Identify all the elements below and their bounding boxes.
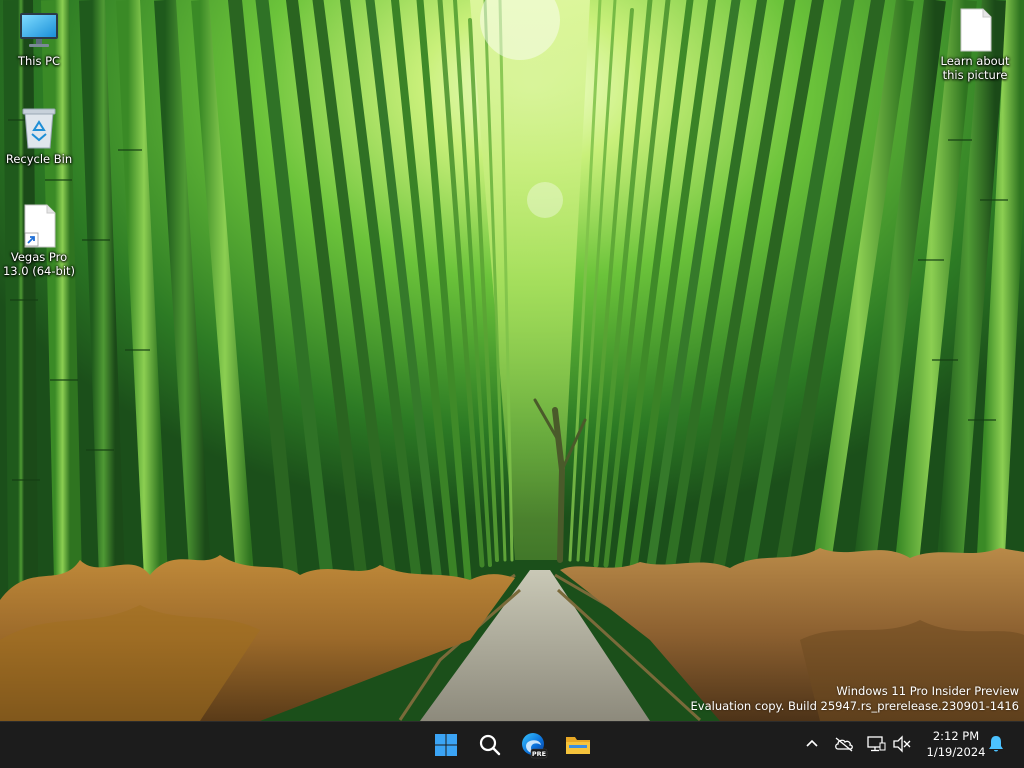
windows-start-icon bbox=[435, 734, 457, 756]
start-button[interactable] bbox=[428, 727, 464, 763]
chevron-up-icon bbox=[806, 739, 818, 747]
edge-preview-button[interactable]: PRE bbox=[516, 727, 552, 763]
edge-badge-text: PRE bbox=[532, 750, 546, 758]
folder-icon bbox=[566, 737, 590, 754]
desktop-icon-vegas-pro[interactable]: Vegas Pro 13.0 (64-bit) bbox=[2, 204, 76, 278]
desktop-icon-learn-about-picture[interactable]: Learn about this picture bbox=[938, 8, 1012, 82]
desktop-icon-recycle-bin[interactable]: Recycle Bin bbox=[2, 106, 76, 166]
network-button[interactable] bbox=[866, 734, 886, 754]
show-hidden-icons-button[interactable] bbox=[802, 734, 822, 754]
clock-button[interactable]: 2:12 PM 1/19/2024 bbox=[918, 728, 994, 760]
desktop-icon-this-pc[interactable]: This PC bbox=[2, 8, 76, 68]
search-icon bbox=[479, 734, 501, 756]
desktop-icon-label: Vegas Pro 13.0 (64-bit) bbox=[2, 250, 76, 278]
windows-watermark: Windows 11 Pro Insider Preview Evaluatio… bbox=[691, 684, 1019, 714]
bell-icon bbox=[989, 736, 1003, 752]
notification-button[interactable] bbox=[986, 734, 1006, 754]
onedrive-button[interactable] bbox=[834, 734, 854, 754]
search-button[interactable] bbox=[472, 727, 508, 763]
watermark-build: Evaluation copy. Build 25947.rs_prerelea… bbox=[690, 699, 1019, 713]
shortcut-file-icon bbox=[17, 204, 61, 248]
watermark-edition: Windows 11 Pro Insider Preview bbox=[836, 684, 1019, 698]
file-icon bbox=[953, 8, 997, 52]
clock-time: 2:12 PM bbox=[932, 729, 980, 743]
onedrive-offline-icon bbox=[835, 737, 853, 752]
file-explorer-button[interactable] bbox=[560, 727, 596, 763]
desktop-icon-label: Recycle Bin bbox=[5, 152, 73, 166]
network-icon bbox=[867, 736, 886, 752]
wallpaper-bamboo-forest bbox=[0, 0, 1024, 721]
clock-date: 1/19/2024 bbox=[926, 745, 986, 759]
desktop-icon-label: This PC bbox=[17, 54, 61, 68]
volume-button[interactable] bbox=[892, 734, 912, 754]
recycle-bin-icon bbox=[17, 106, 61, 150]
edge-pre-icon: PRE bbox=[522, 733, 548, 759]
taskbar: PRE 2:12 PM 1/19/2024 bbox=[0, 721, 1024, 768]
desktop-screen: This PC Recycle Bin Vegas Pro 13.0 (64-b… bbox=[0, 0, 1024, 768]
speaker-muted-icon bbox=[893, 735, 911, 753]
monitor-icon bbox=[17, 8, 61, 52]
desktop-icon-label: Learn about this picture bbox=[940, 54, 1010, 82]
